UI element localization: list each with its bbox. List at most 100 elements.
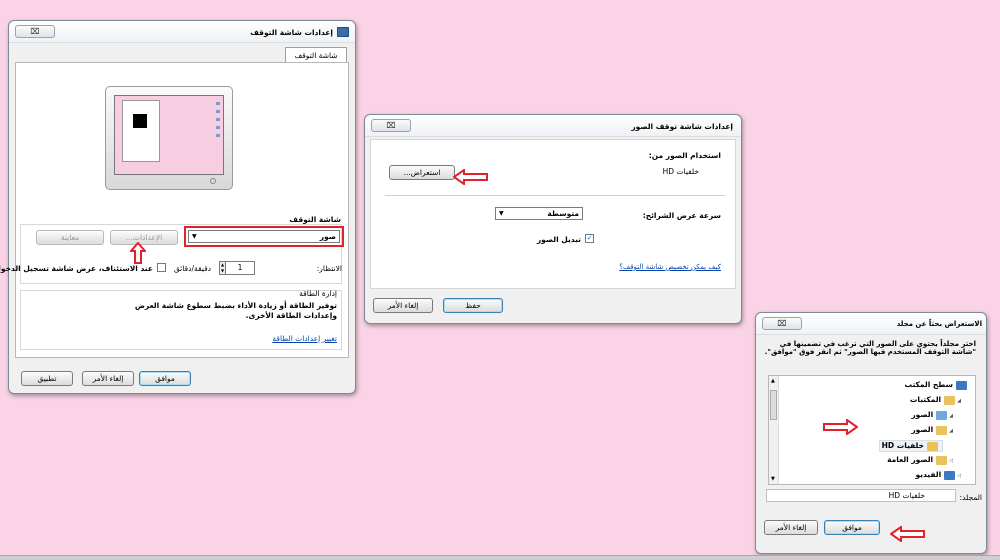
apply-button-label: تطبيق xyxy=(37,374,57,383)
browse-button[interactable]: استعراض... xyxy=(389,165,455,180)
title-bar[interactable]: إعدادات شاشة التوقف ⌧ xyxy=(9,21,355,43)
settings-button-label: الإعدادات... xyxy=(125,233,163,242)
tree-item[interactable]: سطح المكتب xyxy=(905,380,969,392)
wait-stepper[interactable]: 1 xyxy=(225,261,255,275)
expand-arrow-icon[interactable]: ◢ xyxy=(949,428,953,434)
use-pictures-label: استخدام الصور من: xyxy=(648,151,721,160)
tree-item-label: الصور xyxy=(911,425,934,434)
tree-item[interactable]: ◢ الصور xyxy=(911,425,953,437)
cancel-button[interactable]: إلغاء الأمر xyxy=(82,371,134,386)
cancel-button-label: إلغاء الأمر xyxy=(92,374,124,383)
tree-item[interactable]: ◢ المكتبات xyxy=(910,395,961,407)
cancel-button[interactable]: إلغاء الأمر xyxy=(373,298,433,313)
stepper-arrows[interactable]: ▲ ▼ xyxy=(219,261,226,275)
browse-button-label: استعراض... xyxy=(403,168,441,177)
tab-panel: شاشة التوقف صور ▼ الإعدادات... معاينة ال… xyxy=(0,62,349,358)
close-icon: ⌧ xyxy=(30,27,40,36)
annotation-arrow-right xyxy=(823,419,858,435)
dialog-title: إعدادات شاشة التوقف xyxy=(250,28,333,37)
screensaver-select[interactable]: صور ▼ xyxy=(188,230,340,243)
folder-icon xyxy=(927,441,938,451)
ok-button[interactable]: موافق xyxy=(824,520,880,535)
tree-item[interactable]: خلفيات HD xyxy=(878,440,943,452)
cancel-button-label: إلغاء الأمر xyxy=(775,523,807,532)
cancel-button-label: إلغاء الأمر xyxy=(387,301,419,310)
screensaver-select-value: صور xyxy=(319,232,336,241)
title-bar[interactable]: الاستعراض بحثاً عن مجلد ⌧ xyxy=(756,313,986,335)
preview-button[interactable]: معاينة xyxy=(36,230,104,245)
title-bar[interactable]: إعدادات شاشة توقف الصور ⌧ xyxy=(365,115,741,137)
shuffle-label: تبديل الصور xyxy=(536,235,581,244)
preview-screen xyxy=(114,95,224,175)
folder-tree[interactable]: ▲ ▼ سطح المكتب ◢ المكتبات ◢ الصور ◢ الصور خلفيا… xyxy=(768,375,976,485)
preview-black-square xyxy=(133,114,147,128)
source-value: خلفيات HD xyxy=(662,167,699,176)
desktop-icon xyxy=(956,380,967,390)
dialog-title: إعدادات شاشة توقف الصور xyxy=(631,122,733,131)
tree-scrollbar[interactable]: ▲ ▼ xyxy=(769,376,779,484)
expand-arrow-icon[interactable]: ◢ xyxy=(949,413,953,419)
screensaver-settings-dialog: إعدادات شاشة التوقف ⌧ شاشة التوقف شاشة ا… xyxy=(0,20,356,394)
pictures-library-icon xyxy=(936,410,948,420)
scroll-down-icon: ▼ xyxy=(771,476,775,482)
scroll-up-icon: ▲ xyxy=(771,378,775,384)
annotation-arrow-up xyxy=(130,242,146,264)
resume-checkbox[interactable] xyxy=(157,263,166,272)
tree-rows: سطح المكتب ◢ المكتبات ◢ الصور ◢ الصور خلفيات HD… xyxy=(789,380,969,484)
pictures-folder-icon xyxy=(936,425,948,435)
display-settings-icon xyxy=(337,27,349,37)
folder-label: المجلد: xyxy=(959,493,983,502)
tree-item-label: المكتبات xyxy=(909,395,942,404)
close-button[interactable]: ⌧ xyxy=(15,25,55,38)
close-button[interactable]: ⌧ xyxy=(371,119,411,132)
preview-window xyxy=(122,100,160,162)
tree-item-label: سطح المكتب xyxy=(904,380,953,389)
folder-field-value: خلفيات HD xyxy=(888,491,925,500)
separator xyxy=(385,195,725,196)
wait-label: الانتظار: xyxy=(316,264,342,273)
expand-arrow-icon[interactable]: ◢ xyxy=(957,398,961,404)
wait-value: 1 xyxy=(237,263,243,272)
power-title: إدارة الطاقة xyxy=(299,289,337,298)
expand-arrow-icon[interactable]: ◁ xyxy=(949,458,953,464)
scroll-thumb[interactable] xyxy=(770,390,777,420)
annotation-arrow-left xyxy=(453,169,488,185)
minutes-label: دقيقة/دقائق xyxy=(173,264,211,273)
speed-select[interactable]: متوسطة ▼ xyxy=(495,207,583,220)
libraries-icon xyxy=(944,395,956,405)
folder-icon xyxy=(936,455,948,465)
cancel-button[interactable]: إلغاء الأمر xyxy=(764,520,818,535)
close-icon: ⌧ xyxy=(777,319,787,328)
folder-field[interactable]: خلفيات HD xyxy=(766,489,956,502)
screensaver-group-label: شاشة التوقف xyxy=(289,215,341,224)
tab-screensaver[interactable]: شاشة التوقف xyxy=(285,47,347,63)
dialog-title: الاستعراض بحثاً عن مجلد xyxy=(896,320,982,328)
tree-item[interactable]: ◁ الفيديو xyxy=(915,470,961,482)
ok-button[interactable]: موافق xyxy=(139,371,191,386)
speed-select-value: متوسطة xyxy=(547,209,579,218)
tree-item-label: الصور xyxy=(911,410,934,419)
tree-item-label: خلفيات HD xyxy=(881,441,924,450)
shuffle-checkbox[interactable]: ✓ xyxy=(585,234,594,243)
save-button-label: حفظ xyxy=(465,301,481,310)
monitor-preview xyxy=(105,86,233,190)
preview-side-icons xyxy=(216,102,220,142)
browse-for-folder-dialog: الاستعراض بحثاً عن مجلد ⌧ اختر مجلداً يح… xyxy=(755,312,987,554)
power-settings-link[interactable]: تغيير إعدادات الطاقة xyxy=(272,334,337,343)
tree-item[interactable]: ◁ الصور العامة xyxy=(887,455,953,467)
close-button[interactable]: ⌧ xyxy=(762,317,802,330)
save-button[interactable]: حفظ xyxy=(443,298,503,313)
resume-label: عند الاستئناف، عرض شاشة تسجيل الدخول xyxy=(0,264,153,273)
power-text: توفير الطاقة أو زيادة الأداء بضبط سطوع ش… xyxy=(134,301,337,320)
apply-button[interactable]: تطبيق xyxy=(21,371,73,386)
tree-item-label: الصور العامة xyxy=(887,455,934,464)
expand-arrow-icon[interactable]: ◁ xyxy=(957,473,961,479)
tree-item[interactable]: ◢ الصور xyxy=(911,410,953,422)
video-library-icon xyxy=(944,470,956,480)
help-link[interactable]: كيف يمكن تخصيص شاشة التوقف؟ xyxy=(619,263,721,271)
preview-button-label: معاينة xyxy=(60,233,80,242)
tab-label: شاشة التوقف xyxy=(294,51,338,60)
taskbar-strip xyxy=(0,555,1000,560)
ok-button-label: موافق xyxy=(155,374,175,383)
speed-label: سرعة عرض الشرائح: xyxy=(642,211,721,220)
